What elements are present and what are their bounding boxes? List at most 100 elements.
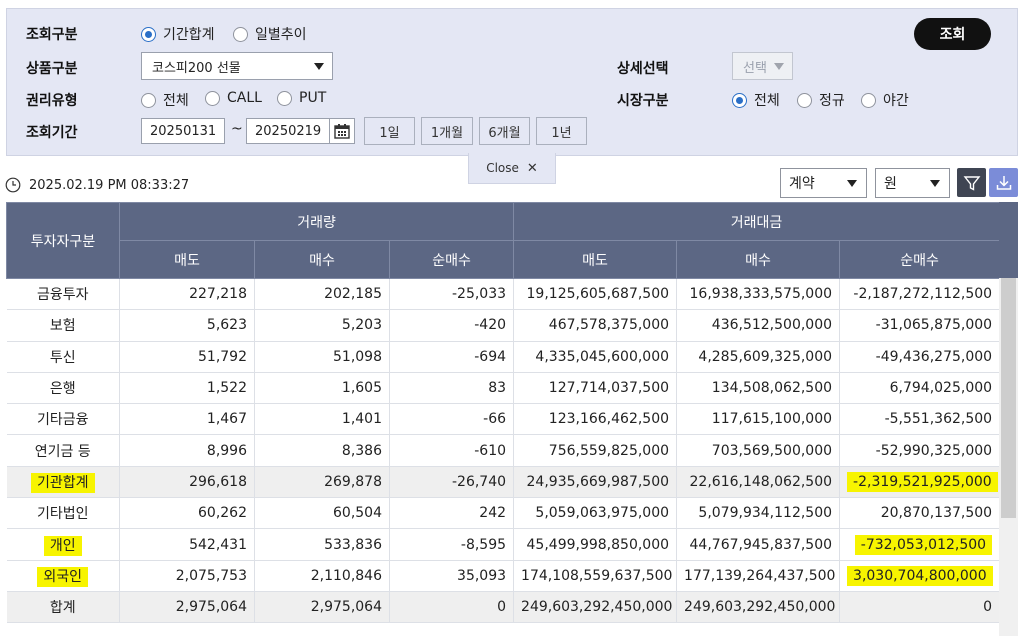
table-row[interactable]: 외국인 2,075,753 2,110,846 35,093 174,108,559,6… [6, 560, 999, 592]
radio-market-all[interactable]: 전체 [732, 90, 780, 110]
investor-name-cell: 기관합계 [6, 466, 120, 499]
header-amount: 거래대금 [513, 202, 999, 241]
table-row[interactable]: 금융투자 227,218 202,185 -25,033 19,125,605,687,… [6, 278, 999, 311]
table-cell: 35,093 [389, 560, 515, 592]
period-1month-button[interactable]: 1개월 [421, 117, 473, 145]
period-1day-button[interactable]: 1일 [364, 117, 415, 145]
table-cell: 756,559,825,000 [513, 434, 678, 467]
cell-value: 16,938,333,575,000 [689, 286, 833, 303]
calendar-icon[interactable] [329, 118, 355, 144]
header-volume-sell: 매도 [119, 240, 255, 279]
investor-name-cell: 투신 [6, 341, 120, 373]
period-6month-button[interactable]: 6개월 [479, 117, 530, 145]
cell-value: -8,595 [460, 536, 507, 553]
date-from-input[interactable]: 20250131 [141, 118, 225, 144]
cell-value: 436,512,500,000 [711, 317, 833, 334]
investor-name: 금융투자 [36, 287, 89, 304]
table-cell: -26,740 [389, 466, 515, 499]
investor-name: 기타금융 [36, 412, 89, 429]
cell-value: -694 [474, 348, 507, 365]
table-cell: -52,990,325,000 [839, 434, 999, 467]
close-panel-button[interactable]: Close ✕ [468, 153, 556, 184]
filter-icon[interactable] [957, 168, 986, 197]
radio-right-all[interactable]: 전체 [141, 90, 189, 110]
table-row[interactable]: 은행 1,522 1,605 83 127,714,037,500 134,508,062… [6, 372, 999, 405]
radio-market-regular[interactable]: 정규 [797, 90, 845, 110]
table-row[interactable]: 투신 51,792 51,098 -694 4,335,045,600,000 4,285… [6, 341, 999, 373]
cell-value: 2,975,064 [175, 599, 247, 616]
table-row[interactable]: 기타금융 1,467 1,401 -66 123,166,462,500 117,615,… [6, 403, 999, 436]
cell-value: -732,053,012,500 [854, 534, 993, 555]
table-row[interactable]: 연기금 등 8,996 8,386 -610 756,559,825,000 703,56… [6, 434, 999, 467]
table-cell: 296,618 [119, 466, 255, 499]
period-1year-button[interactable]: 1년 [536, 117, 587, 145]
table-cell: 0 [839, 591, 999, 624]
cell-value: 0 [497, 599, 507, 616]
cell-value: 117,615,100,000 [711, 411, 833, 428]
detail-select-value: 선택 [743, 60, 767, 76]
investor-name: 보험 [49, 318, 76, 335]
product-label: 상품구분 [26, 61, 78, 77]
table-cell: 22,616,148,062,500 [676, 466, 841, 499]
table-cell: 2,110,846 [254, 560, 390, 592]
table-cell: -610 [389, 434, 515, 467]
cell-value: 5,059,063,975,000 [535, 505, 670, 522]
cell-value: 5,203 [341, 317, 382, 334]
header-amount-sell: 매도 [513, 240, 678, 279]
table-cell: 60,262 [119, 497, 255, 530]
radio-daily-trend[interactable]: 일별추이 [233, 24, 307, 44]
cell-value: 2,075,753 [175, 567, 247, 584]
unit-select[interactable]: 계약 [780, 168, 867, 198]
cell-value: 44,767,945,837,500 [689, 536, 833, 553]
table-cell: 436,512,500,000 [676, 309, 841, 342]
cell-value: 0 [983, 599, 993, 616]
cell-value: -2,319,521,925,000 [847, 471, 998, 492]
scrollbar-thumb[interactable] [1001, 278, 1016, 518]
product-select[interactable]: 코스피200 선물 [141, 52, 333, 80]
table-cell: 5,059,063,975,000 [513, 497, 678, 530]
table-cell: 269,878 [254, 466, 390, 499]
cell-value: 127,714,037,500 [548, 380, 670, 397]
investor-name: 합계 [49, 600, 76, 617]
table-cell: 542,431 [119, 528, 255, 561]
radio-market-night[interactable]: 야간 [861, 90, 909, 110]
cell-value: 35,093 [457, 567, 507, 584]
table-cell: 117,615,100,000 [676, 403, 841, 436]
radio-period-sum[interactable]: 기간합계 [141, 24, 215, 44]
table-cell: 60,504 [254, 497, 390, 530]
table-cell: -8,595 [389, 528, 515, 561]
investor-name: 투신 [49, 349, 76, 366]
header-volume-buy: 매수 [254, 240, 390, 279]
cell-value: -2,187,272,112,500 [853, 286, 993, 303]
table-row[interactable]: 기타법인 60,262 60,504 242 5,059,063,975,000 5,07… [6, 497, 999, 530]
table-cell: 249,603,292,450,000 [676, 591, 841, 624]
cell-value: 1,401 [341, 411, 382, 428]
cell-value: 19,125,605,687,500 [526, 286, 670, 303]
cell-value: -52,990,325,000 [875, 442, 993, 459]
investor-name: 은행 [49, 381, 76, 398]
investor-name-cell: 기타금융 [6, 403, 120, 436]
investor-name: 개인 [43, 535, 82, 556]
table-row[interactable]: 기관합계 296,618 269,878 -26,740 24,935,669,987,… [6, 466, 999, 499]
search-button[interactable]: 조회 [914, 18, 991, 50]
table-cell: 8,996 [119, 434, 255, 467]
table-row[interactable]: 보험 5,623 5,203 -420 467,578,375,000 436,512,5… [6, 309, 999, 342]
investor-name-cell: 개인 [6, 528, 120, 561]
download-icon[interactable] [989, 168, 1018, 197]
table-cell: 2,975,064 [119, 591, 255, 624]
investor-name-cell: 연기금 등 [6, 434, 120, 467]
table-row[interactable]: 합계 2,975,064 2,975,064 0 249,603,292,450,000… [6, 591, 999, 624]
table-row[interactable]: 개인 542,431 533,836 -8,595 45,499,998,850,000… [6, 528, 999, 561]
date-to-input[interactable]: 20250219 [246, 118, 330, 144]
cell-value: 60,262 [198, 505, 247, 522]
currency-select[interactable]: 원 [875, 168, 950, 198]
table-scrollbar[interactable] [999, 202, 1018, 636]
table-cell: 19,125,605,687,500 [513, 278, 678, 311]
radio-right-put[interactable]: PUT [277, 90, 326, 106]
radio-right-call[interactable]: CALL [205, 90, 262, 106]
cell-value: 4,285,609,325,000 [698, 348, 833, 365]
right-type-label: 권리유형 [26, 93, 78, 109]
cell-value: 134,508,062,500 [711, 380, 833, 397]
investor-name-cell: 은행 [6, 372, 120, 405]
cell-value: 24,935,669,987,500 [526, 473, 670, 490]
